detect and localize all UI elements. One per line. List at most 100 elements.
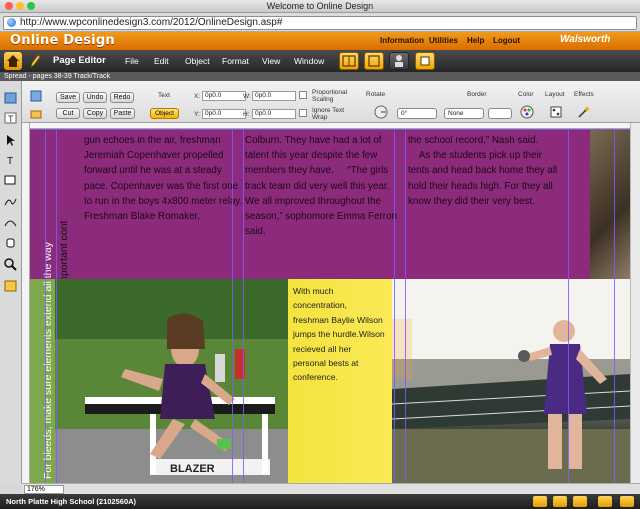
guide-line[interactable] (394, 129, 395, 483)
h-field[interactable]: 0p0.0 (252, 109, 296, 119)
menu-object[interactable]: Object (185, 56, 210, 66)
status-bar: North Platte High School (2102560A) (0, 494, 640, 509)
pages-button[interactable] (364, 52, 384, 70)
menu-window[interactable]: Window (294, 56, 324, 66)
chat-icon[interactable] (620, 496, 634, 507)
rectangle-tool-icon[interactable] (3, 173, 18, 187)
menu-edit[interactable]: Edit (154, 56, 169, 66)
y-label: Y: (194, 111, 200, 118)
guide-line[interactable] (56, 129, 57, 483)
save-button[interactable]: Save (56, 92, 80, 103)
spread-view-button[interactable] (339, 52, 359, 70)
shotput-photo[interactable] (392, 279, 630, 483)
layout-icon[interactable] (549, 105, 563, 119)
address-input[interactable]: http://www.wpconlinedesign3.com/2012/Onl… (3, 16, 637, 30)
spread-label: Spread - pages 38-39 Track/Track (0, 72, 640, 81)
border-width-select[interactable] (488, 108, 512, 119)
nav-help[interactable]: Help (467, 36, 484, 45)
w-field[interactable]: 0p0.0 (252, 91, 296, 101)
home-button[interactable] (4, 52, 22, 70)
pencil-button[interactable] (28, 52, 42, 70)
text-tool-icon[interactable]: T (3, 111, 18, 125)
menu-view[interactable]: View (262, 56, 280, 66)
rotate-label: Rotate (366, 91, 386, 98)
svg-text:T: T (8, 114, 14, 124)
menu-format[interactable]: Format (222, 56, 249, 66)
undo-button[interactable]: Undo (83, 92, 107, 103)
horizontal-scrollbar[interactable]: 176% (22, 483, 640, 494)
text-box-tool-icon[interactable]: T (3, 153, 18, 167)
y-field[interactable]: 0p0.0 (202, 109, 246, 119)
zoom-window-icon[interactable] (27, 2, 35, 10)
effects-label: Effects (574, 91, 594, 98)
close-window-icon[interactable] (5, 2, 13, 10)
school-name: North Platte High School (2102560A) (6, 497, 137, 506)
text-column-2[interactable]: Colburn. They have had a lot of talent t… (245, 133, 397, 239)
text-column-3[interactable]: the school record,” Nash said. As the st… (408, 133, 560, 209)
vertical-scrollbar[interactable] (630, 123, 640, 483)
guide-line[interactable] (405, 129, 406, 483)
guide-line[interactable] (30, 129, 630, 130)
menu-bar: Page Editor File Edit Object Format View… (0, 50, 640, 72)
arrow-right-icon[interactable] (533, 496, 547, 507)
zoom-tool-icon[interactable] (3, 257, 18, 271)
cut-button[interactable]: Cut (56, 108, 80, 119)
zoom-select[interactable]: 176% (24, 485, 64, 494)
notes-icon[interactable] (3, 279, 18, 293)
folder-icon[interactable] (30, 108, 42, 120)
address-bar-area: http://www.wpconlinedesign3.com/2012/Onl… (0, 13, 640, 32)
photo-top-right[interactable] (590, 129, 630, 279)
nav-utilities[interactable]: Utilities (429, 36, 458, 45)
rotate-select[interactable]: 0° (397, 108, 437, 119)
curve-tool-icon[interactable] (3, 215, 18, 229)
walsworth-logo: Walsworth (560, 34, 611, 45)
object-toolbar: Save Undo Redo Cut Copy Paste Text Objec… (22, 81, 640, 123)
select-arrow-icon[interactable] (3, 133, 18, 147)
address-text: http://www.wpconlinedesign3.com/2012/Onl… (20, 17, 283, 28)
hand-tool-icon[interactable] (3, 235, 18, 249)
ignore-text-wrap-checkbox[interactable] (299, 109, 307, 117)
stamp-icon (420, 56, 430, 66)
window-title-bar: Welcome to Online Design (0, 0, 640, 13)
ignore-text-wrap-label: Ignore Text Wrap (312, 107, 345, 121)
mail-icon[interactable] (598, 496, 612, 507)
pages-panel-icon[interactable] (3, 91, 18, 105)
nav-information[interactable]: Information (380, 36, 424, 45)
guide-line[interactable] (232, 129, 233, 483)
copy-pages-icon[interactable] (30, 90, 42, 102)
layout-label: Layout (545, 91, 565, 98)
color-label: Color (518, 91, 534, 98)
guide-line[interactable] (614, 129, 615, 483)
copy-button[interactable]: Copy (83, 108, 107, 119)
minimize-window-icon[interactable] (16, 2, 24, 10)
svg-text:T: T (7, 156, 13, 167)
photo-caption[interactable]: With much concentration, freshman Baylie… (293, 284, 385, 385)
menu-file[interactable]: File (125, 56, 139, 66)
tool-palette: T T (0, 81, 22, 483)
nav-logout[interactable]: Logout (493, 36, 520, 45)
stamp-button[interactable] (415, 52, 435, 70)
rotate-dial-icon[interactable] (374, 105, 388, 119)
triangle-up-icon[interactable] (553, 496, 567, 507)
line-tool-icon[interactable] (3, 195, 18, 209)
text-mode-label[interactable]: Text (158, 92, 170, 99)
brand-header: Online Design Information Utilities Help… (0, 32, 640, 50)
x-field[interactable]: 0p0.0 (202, 91, 246, 101)
guide-line[interactable] (243, 129, 244, 483)
hurdler-photo[interactable]: BLAZER (55, 279, 288, 483)
guide-line[interactable] (568, 129, 569, 483)
color-palette-icon[interactable] (520, 105, 534, 119)
redo-button[interactable]: Redo (110, 92, 134, 103)
spread-icon (342, 55, 356, 67)
user-button[interactable] (389, 52, 409, 70)
text-column-1[interactable]: gun echoes in the air, freshman Jeremiah… (84, 133, 244, 224)
object-mode-button[interactable]: Object (150, 108, 179, 119)
proportional-scaling-checkbox[interactable] (299, 91, 307, 99)
border-select[interactable]: None (444, 108, 484, 119)
pages-icon (368, 55, 380, 67)
guide-line[interactable] (45, 129, 46, 483)
page-canvas[interactable]: For bleeds, make sure elements extend al… (30, 129, 630, 483)
magic-wand-icon[interactable] (577, 105, 591, 119)
alert-icon[interactable] (573, 496, 587, 507)
paste-button[interactable]: Paste (110, 108, 135, 119)
